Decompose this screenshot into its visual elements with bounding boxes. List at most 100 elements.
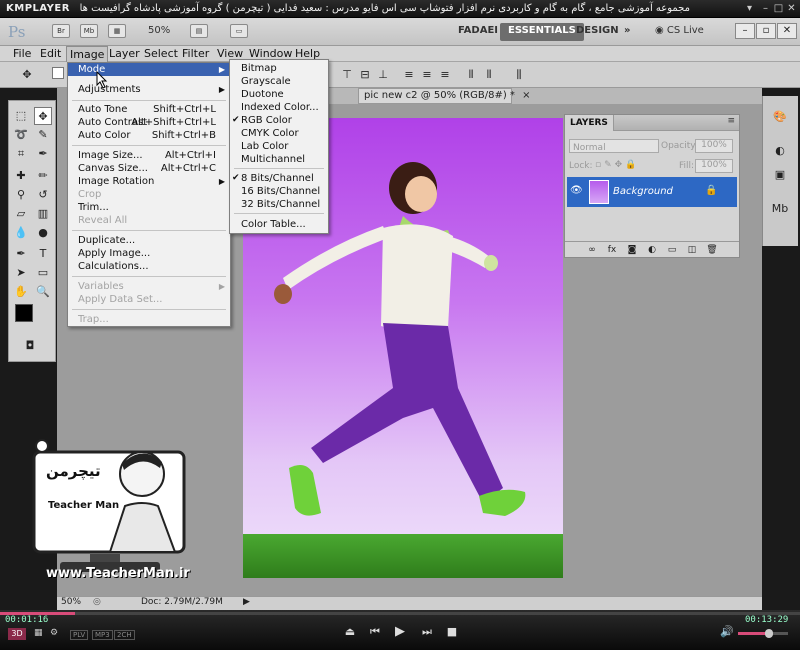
gradient-tool[interactable]: ▥: [34, 205, 52, 223]
new-group-icon[interactable]: ▭: [663, 241, 681, 259]
layers-tab[interactable]: LAYERS: [565, 115, 614, 131]
menu-item-trim[interactable]: Trim...: [68, 201, 230, 214]
arrange-documents-icon[interactable]: ▤: [190, 24, 208, 38]
menu-filter[interactable]: Filter: [179, 46, 212, 62]
align-bottom-icon[interactable]: ⊥: [374, 66, 392, 84]
document-tab[interactable]: pic new c2 @ 50% (RGB/8#) * ×: [358, 88, 531, 104]
status-menu-arrow-icon[interactable]: ▶: [243, 597, 250, 607]
eject-icon[interactable]: ⏏: [343, 625, 357, 639]
add-mask-icon[interactable]: ◙: [623, 241, 641, 259]
menu-item-image-rotation[interactable]: Image Rotation ▶: [68, 175, 230, 188]
new-layer-icon[interactable]: ◫: [683, 241, 701, 259]
rectangular-marquee-tool[interactable]: ⬚: [12, 107, 30, 125]
close-tab-icon[interactable]: ×: [522, 90, 530, 101]
auto-select-checkbox[interactable]: [52, 67, 64, 79]
delete-layer-icon[interactable]: 🗑: [703, 241, 721, 259]
blend-mode-select[interactable]: Normal: [569, 139, 659, 153]
mode-indexed-color[interactable]: Indexed Color...: [230, 101, 328, 114]
mode-32-bits[interactable]: 32 Bits/Channel: [230, 198, 328, 211]
screen-mode-icon[interactable]: ▭: [230, 24, 248, 38]
player-menu-icon[interactable]: ▾: [744, 3, 755, 14]
distribute-top-icon[interactable]: ≡: [400, 66, 418, 84]
shape-tool[interactable]: ▭: [34, 264, 52, 282]
dodge-tool[interactable]: ●: [34, 224, 52, 242]
more-workspaces-button[interactable]: »: [616, 23, 638, 41]
zoom-level-select[interactable]: 50%: [148, 25, 170, 36]
view-extras-icon[interactable]: ▦: [108, 24, 126, 38]
type-tool[interactable]: T: [34, 245, 52, 263]
volume-icon[interactable]: 🔊: [720, 625, 734, 639]
volume-handle[interactable]: [765, 629, 773, 638]
bridge-icon[interactable]: Br: [52, 24, 70, 38]
cs-live-button[interactable]: ◉ CS Live: [655, 25, 704, 36]
player-close-icon[interactable]: ✕: [786, 3, 797, 14]
adjustment-layer-icon[interactable]: ◐: [643, 241, 661, 259]
eraser-tool[interactable]: ▱: [12, 205, 30, 223]
mini-bridge-icon[interactable]: Mb: [80, 24, 98, 38]
mode-multichannel[interactable]: Multichannel: [230, 153, 328, 166]
crop-tool[interactable]: ⌗: [12, 145, 30, 163]
menu-item-adjustments[interactable]: Adjustments ▶: [68, 83, 230, 96]
distribute-left-icon[interactable]: ⫴: [462, 66, 480, 84]
layer-style-icon[interactable]: fx: [603, 241, 621, 259]
fill-input[interactable]: 100%: [695, 159, 733, 173]
menu-item-canvas-size[interactable]: Canvas Size... Alt+Ctrl+C: [68, 162, 230, 175]
spot-healing-tool[interactable]: ✚: [12, 167, 30, 185]
blur-tool[interactable]: 💧: [12, 224, 30, 242]
playlist-icon[interactable]: ▦: [34, 628, 43, 638]
adjustments-panel-icon[interactable]: ◐: [771, 142, 789, 160]
lasso-tool[interactable]: ➰: [12, 126, 30, 144]
distribute-bottom-icon[interactable]: ≡: [436, 66, 454, 84]
menu-edit[interactable]: Edit: [37, 46, 64, 62]
zoom-tool[interactable]: 🔍: [34, 283, 52, 301]
align-vcenter-icon[interactable]: ⊟: [356, 66, 374, 84]
menu-item-auto-contrast[interactable]: Auto Contrast Alt+Shift+Ctrl+L: [68, 116, 230, 129]
menu-item-auto-color[interactable]: Auto Color Shift+Ctrl+B: [68, 129, 230, 142]
lock-icons[interactable]: ▫✎✥🔒: [595, 160, 639, 170]
menu-item-image-size[interactable]: Image Size... Alt+Ctrl+I: [68, 149, 230, 162]
path-selection-tool[interactable]: ➤: [12, 264, 30, 282]
mini-bridge-panel-icon[interactable]: Mb: [771, 200, 789, 218]
quick-selection-tool[interactable]: ✎: [34, 126, 52, 144]
foreground-color-swatch[interactable]: [15, 304, 33, 322]
minimize-button[interactable]: –: [735, 23, 755, 39]
seek-bar[interactable]: [0, 612, 800, 615]
previous-icon[interactable]: ⏮: [368, 625, 382, 639]
menu-layer[interactable]: Layer: [106, 46, 143, 62]
mode-16-bits[interactable]: 16 Bits/Channel: [230, 185, 328, 198]
status-icon[interactable]: ◎: [93, 597, 101, 607]
quick-mask-icon[interactable]: ◘: [21, 337, 39, 355]
menu-select[interactable]: Select: [141, 46, 181, 62]
player-maximize-icon[interactable]: □: [773, 3, 784, 14]
menu-image[interactable]: Image: [66, 46, 109, 62]
layer-row-background[interactable]: 👁 Background 🔒: [567, 177, 737, 207]
play-icon[interactable]: ▶: [393, 625, 407, 639]
history-brush-tool[interactable]: ↺: [34, 186, 52, 204]
menu-file[interactable]: File: [10, 46, 34, 62]
panel-menu-icon[interactable]: ≡: [727, 116, 735, 126]
mode-rgb-color[interactable]: ✔ RGB Color: [230, 114, 328, 127]
opacity-input[interactable]: 100%: [695, 139, 733, 153]
settings-icon[interactable]: ⚙: [50, 628, 58, 638]
eyedropper-tool[interactable]: ✒: [34, 145, 52, 163]
layer-name[interactable]: Background: [613, 186, 673, 197]
menu-item-apply-image[interactable]: Apply Image...: [68, 247, 230, 260]
masks-panel-icon[interactable]: ▣: [771, 166, 789, 184]
next-icon[interactable]: ⏭: [420, 625, 434, 639]
badge-3d[interactable]: 3D: [8, 628, 26, 640]
restore-button[interactable]: ▫: [756, 23, 776, 39]
auto-align-icon[interactable]: ⫼: [510, 66, 528, 84]
mode-8-bits[interactable]: ✔ 8 Bits/Channel: [230, 172, 328, 185]
close-button[interactable]: ✕: [777, 23, 797, 39]
move-tool[interactable]: ✥: [34, 107, 52, 125]
menu-item-duplicate[interactable]: Duplicate...: [68, 234, 230, 247]
move-tool-preset-icon[interactable]: ✥: [18, 66, 36, 84]
menu-item-calculations[interactable]: Calculations...: [68, 260, 230, 273]
distribute-vcenter-icon[interactable]: ≡: [418, 66, 436, 84]
player-minimize-icon[interactable]: –: [760, 3, 771, 14]
align-top-icon[interactable]: ⊤: [338, 66, 356, 84]
workspace-fadaei[interactable]: FADAEI: [450, 23, 506, 41]
mode-grayscale[interactable]: Grayscale: [230, 75, 328, 88]
stop-icon[interactable]: ■: [445, 625, 459, 639]
brush-tool[interactable]: ✏: [34, 167, 52, 185]
